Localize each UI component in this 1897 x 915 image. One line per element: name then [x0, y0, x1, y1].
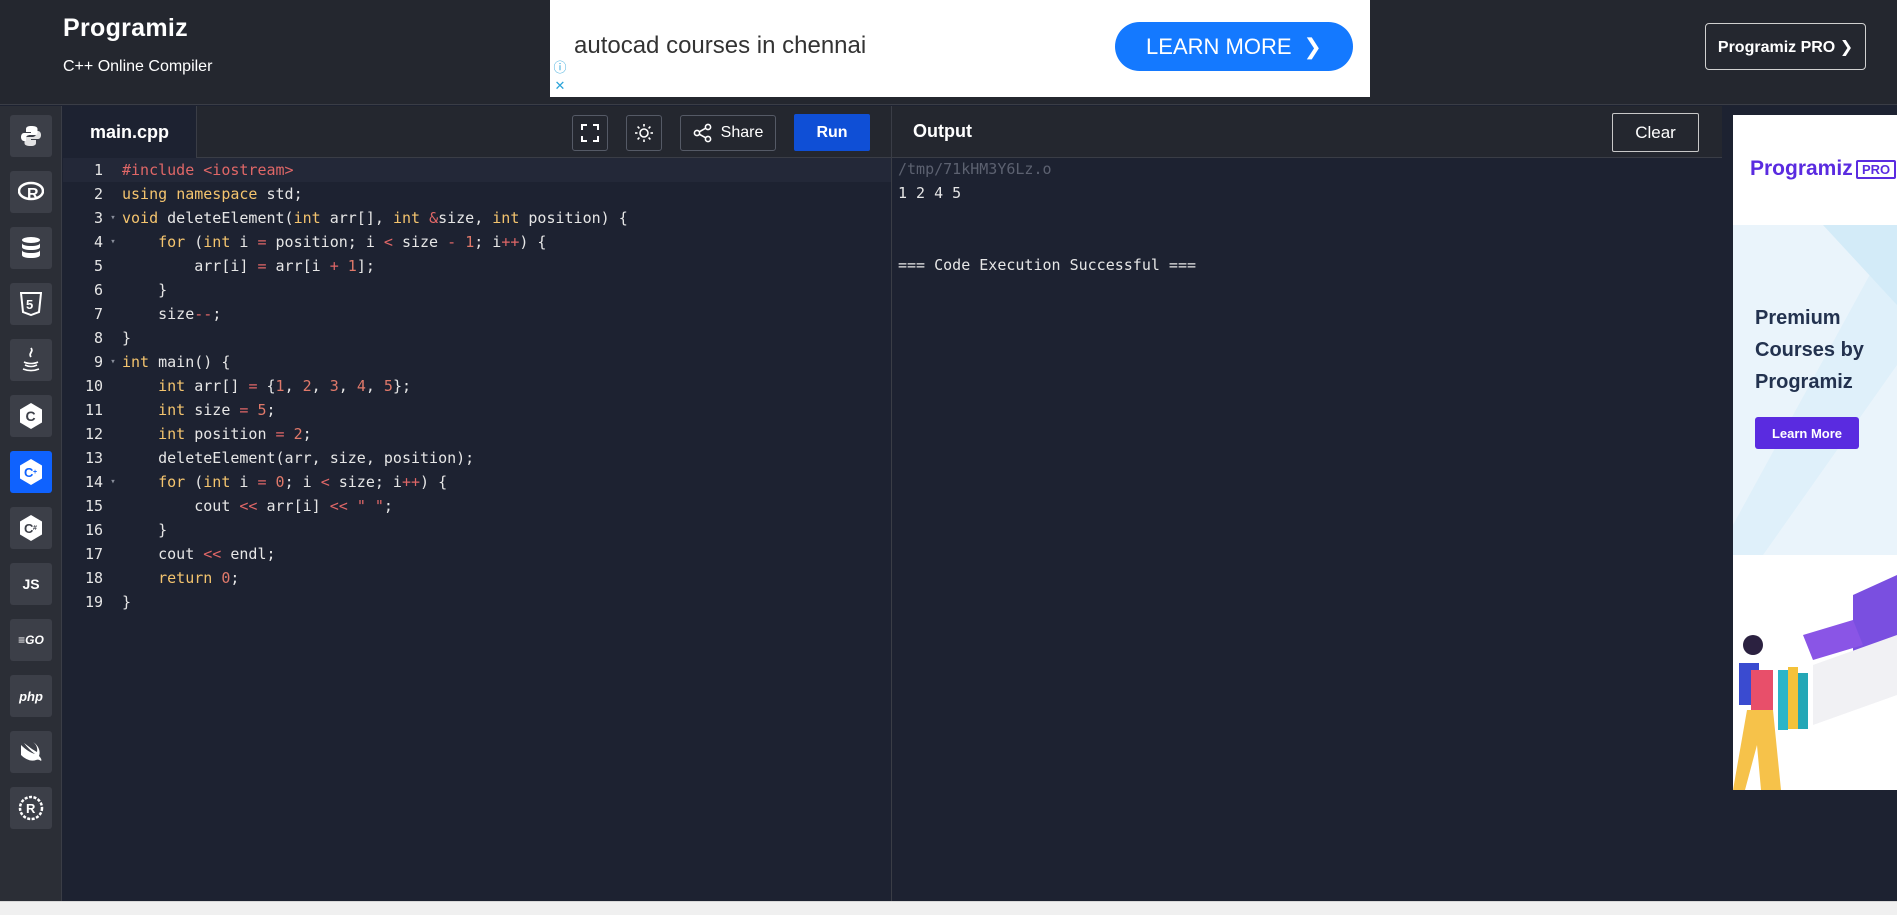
ad-programiz-logo: Programiz — [1750, 157, 1853, 180]
line-number: 4 — [93, 233, 103, 251]
output-console[interactable]: /tmp/71kHM3Y6Lz.o 1 2 4 5 === Code Execu… — [892, 158, 1722, 901]
svg-text:#: # — [33, 525, 37, 532]
svg-text:+: + — [33, 469, 37, 476]
c-icon[interactable]: C — [10, 395, 52, 437]
svg-text:R: R — [26, 801, 36, 816]
js-icon[interactable]: JS — [10, 563, 52, 605]
output-title: Output — [913, 121, 972, 141]
file-tab-main-cpp[interactable]: main.cpp — [63, 106, 197, 158]
line-number: 14 — [84, 473, 103, 491]
line-number: 19 — [84, 593, 103, 611]
code-line[interactable]: 12 int position = 2; — [63, 422, 891, 446]
programiz-logo[interactable]: Programiz — [63, 14, 188, 43]
ad-text[interactable]: autocad courses in chennai — [574, 32, 866, 60]
code-line[interactable]: 8} — [63, 326, 891, 350]
code-line[interactable]: 19} — [63, 590, 891, 614]
code-line[interactable]: 7 size--; — [63, 302, 891, 326]
code-line[interactable]: 5 arr[i] = arr[i + 1]; — [63, 254, 891, 278]
line-number: 15 — [84, 497, 103, 515]
svg-text:R: R — [27, 186, 39, 203]
fold-arrow-icon[interactable]: ▾ — [105, 237, 121, 247]
output-tmp-path: /tmp/71kHM3Y6Lz.o — [898, 160, 1052, 178]
line-number: 10 — [84, 377, 103, 395]
top-header: Programiz C++ Online Compiler autocad co… — [0, 0, 1897, 105]
fullscreen-icon — [581, 124, 599, 142]
go-icon[interactable]: ≡GO — [10, 619, 52, 661]
share-button[interactable]: Share — [680, 115, 776, 151]
rust-icon[interactable]: R — [10, 787, 52, 829]
java-icon[interactable] — [10, 339, 52, 381]
ad-learn-more-button[interactable]: Learn More — [1755, 417, 1859, 449]
system-taskbar — [0, 901, 1897, 915]
swift-icon[interactable] — [10, 731, 52, 773]
ad-button-label: LEARN MORE — [1146, 33, 1292, 59]
fullscreen-button[interactable] — [572, 115, 608, 151]
output-header: Output Clear — [892, 106, 1722, 158]
line-number: 18 — [84, 569, 103, 587]
code-line[interactable]: 17 cout << endl; — [63, 542, 891, 566]
page-subtitle: C++ Online Compiler — [63, 58, 213, 75]
ad-controls: ⓘ ✕ — [552, 60, 570, 96]
close-icon[interactable]: ✕ — [552, 78, 568, 94]
code-line[interactable]: 11 int size = 5; — [63, 398, 891, 422]
line-number: 9 — [93, 353, 103, 371]
theme-toggle-button[interactable] — [626, 115, 662, 151]
html5-icon[interactable]: 5 — [10, 283, 52, 325]
code-line[interactable]: 10 int arr[] = {1, 2, 3, 4, 5}; — [63, 374, 891, 398]
code-line[interactable]: 1 #include <iostream> — [63, 158, 891, 182]
code-line[interactable]: 4 ▾ for (int i = position; i < size - 1; … — [63, 230, 891, 254]
code-line[interactable]: 6 } — [63, 278, 891, 302]
php-icon[interactable]: php — [10, 675, 52, 717]
line-number: 8 — [93, 329, 103, 347]
line-number: 12 — [84, 425, 103, 443]
code-line[interactable]: 14 ▾ for (int i = 0; i < size; i++) { — [63, 470, 891, 494]
line-number: 5 — [93, 257, 103, 275]
programiz-pro-button[interactable]: Programiz PRO ❯ — [1705, 23, 1866, 70]
svg-text:5: 5 — [26, 297, 33, 312]
right-ad-banner[interactable]: Programiz PRO Premium Courses by Program… — [1733, 115, 1897, 790]
run-button[interactable]: Run — [794, 114, 870, 151]
chevron-right-icon: ❯ — [1303, 33, 1322, 59]
svg-text:C: C — [26, 408, 36, 424]
editor-header: main.cpp Share Run — [63, 106, 891, 158]
share-icon — [693, 123, 712, 143]
code-line[interactable]: 15 cout << arr[i] << " "; — [63, 494, 891, 518]
info-icon[interactable]: ⓘ — [552, 60, 568, 76]
ad-illustration-icon — [1733, 575, 1897, 790]
line-number: 3 — [93, 209, 103, 227]
line-number: 6 — [93, 281, 103, 299]
ad-pro-badge: PRO — [1856, 160, 1897, 179]
code-line[interactable]: 18 return 0; — [63, 566, 891, 590]
line-number: 13 — [84, 449, 103, 467]
python-icon[interactable] — [10, 115, 52, 157]
fold-arrow-icon[interactable]: ▾ — [105, 357, 121, 367]
line-number: 7 — [93, 305, 103, 323]
line-number: 16 — [84, 521, 103, 539]
fold-arrow-icon[interactable]: ▾ — [105, 477, 121, 487]
line-number: 1 — [93, 161, 103, 179]
csharp-icon[interactable]: C # — [10, 507, 52, 549]
ad-learn-more-button[interactable]: LEARN MORE ❯ — [1115, 22, 1353, 71]
code-editor[interactable]: 1 #include <iostream> 2 using namespace st… — [63, 158, 891, 901]
clear-button[interactable]: Clear — [1612, 113, 1699, 152]
share-label: Share — [720, 124, 764, 141]
line-number: 11 — [84, 401, 103, 419]
sun-icon — [635, 124, 653, 142]
fold-arrow-icon[interactable]: ▾ — [105, 213, 121, 223]
code-line[interactable]: 2 using namespace std; — [63, 182, 891, 206]
code-line[interactable]: 3 ▾ void deleteElement(int arr[], int &siz… — [63, 206, 891, 230]
top-ad-banner[interactable]: autocad courses in chennai LEARN MORE ❯ … — [550, 0, 1370, 97]
output-status: === Code Execution Successful === — [898, 256, 1197, 274]
sql-icon[interactable] — [10, 227, 52, 269]
line-number: 2 — [93, 185, 103, 203]
code-line[interactable]: 13 deleteElement(arr, size, position); — [63, 446, 891, 470]
line-number: 17 — [84, 545, 103, 563]
r-icon[interactable]: R — [10, 171, 52, 213]
language-sidebar: R 5 C C + C # JS ≡GO php R — [0, 106, 62, 901]
output-result: 1 2 4 5 — [898, 184, 962, 202]
cpp-icon[interactable]: C + — [10, 451, 52, 493]
ad-headline: Premium Courses by Programiz — [1755, 307, 1864, 393]
code-line[interactable]: 16 } — [63, 518, 891, 542]
code-line[interactable]: 9 ▾ int main() { — [63, 350, 891, 374]
